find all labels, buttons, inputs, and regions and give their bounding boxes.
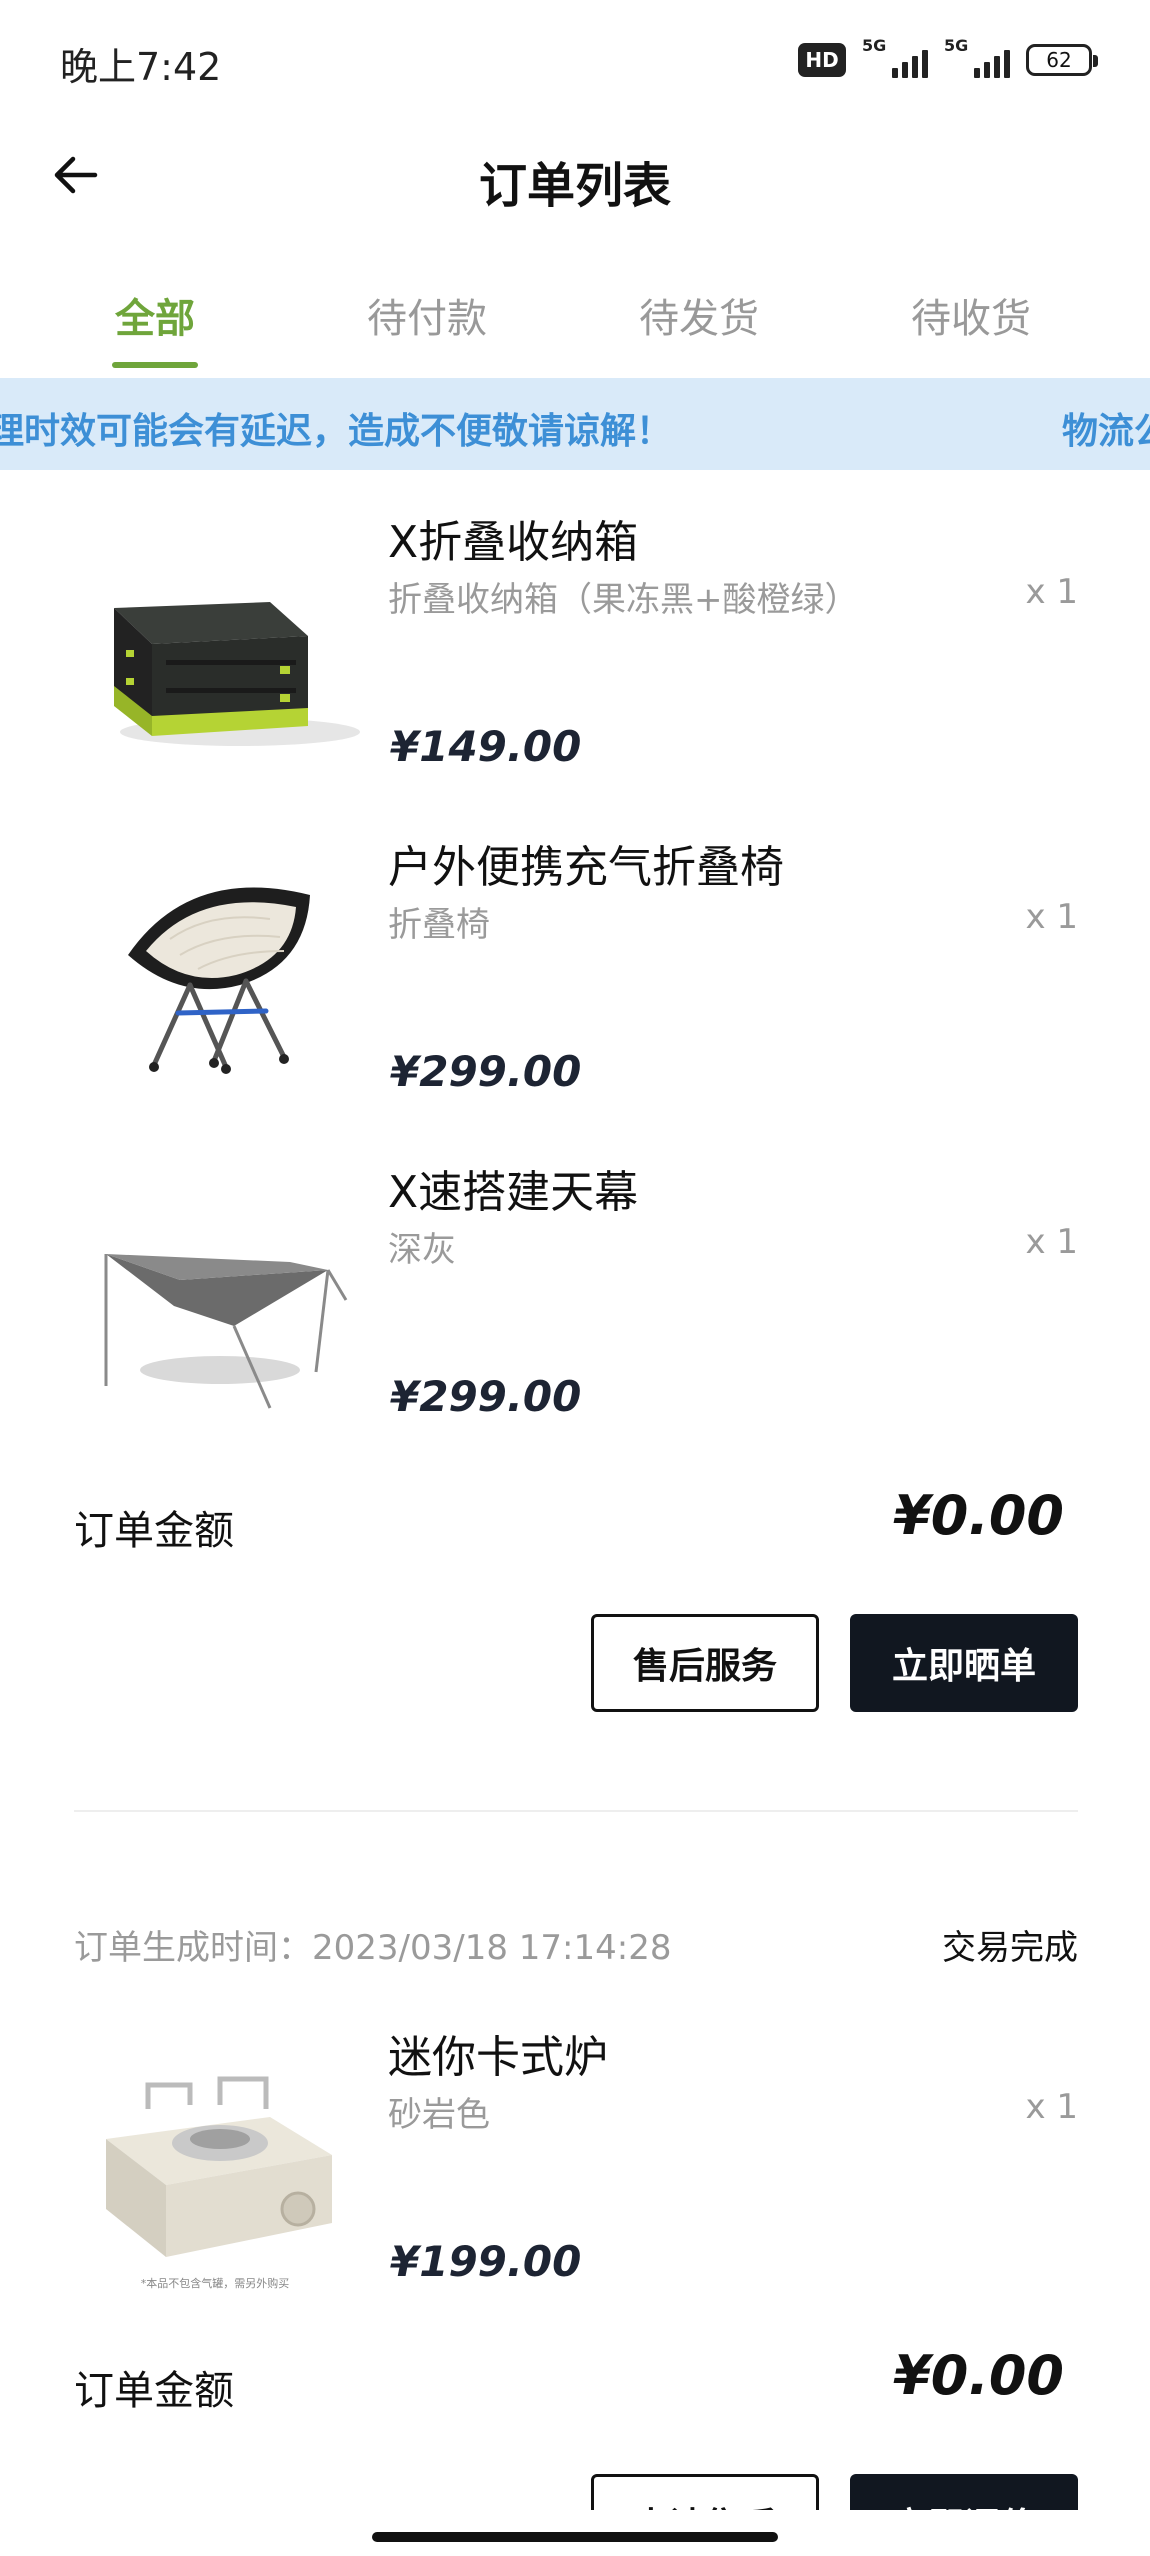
tab-pending-receipt[interactable]: 待收货: [871, 286, 1071, 344]
order-amount-label: 订单金额: [74, 2368, 234, 2414]
item-qty: x 1: [1025, 897, 1078, 937]
signal-icon: 5G: [862, 36, 928, 80]
tab-pending-payment[interactable]: 待付款: [327, 286, 527, 344]
tab-pending-shipment[interactable]: 待发货: [599, 286, 799, 344]
network-type: 5G: [862, 36, 887, 55]
item-qty: x 1: [1025, 572, 1078, 612]
battery-level: 62: [1046, 48, 1072, 72]
item-name: 迷你卡式炉: [388, 2032, 608, 2083]
order-amount-value: ¥0.00: [893, 1484, 1064, 1547]
status-bar: 晚上7:42 HD 5G 5G 62: [0, 0, 1150, 120]
network-type-2: 5G: [944, 36, 969, 55]
item-price: ¥299.00: [390, 1372, 582, 1421]
order-status: 交易完成: [942, 1928, 1078, 1968]
status-icons: HD 5G 5G 62: [798, 36, 1098, 80]
share-review-button[interactable]: 立即晒单: [850, 1614, 1078, 1712]
folding-chair-icon: [70, 835, 360, 1105]
tab-all[interactable]: 全部: [55, 286, 255, 344]
item-name: X折叠收纳箱: [388, 517, 639, 568]
item-spec: 折叠椅: [388, 905, 490, 945]
order-list-page: 晚上7:42 HD 5G 5G 62 订单列表 全部 待付款 待发货 待收货 理…: [0, 0, 1150, 2556]
item-spec: 深灰: [388, 1230, 456, 1270]
tab-bar: 全部 待付款 待发货 待收货: [0, 270, 1150, 380]
notice-banner: 理时效可能会有延迟，造成不便敬请谅解！ 物流公: [0, 378, 1150, 470]
order-item[interactable]: X折叠收纳箱 折叠收纳箱（果冻黑+酸橙绿） x 1 ¥149.00: [0, 490, 1150, 810]
item-price: ¥149.00: [390, 722, 582, 771]
order-amount-label: 订单金额: [74, 1508, 234, 1554]
item-spec: 折叠收纳箱（果冻黑+酸橙绿）: [388, 580, 859, 620]
page-title: 订单列表: [478, 158, 671, 214]
hd-icon: HD: [798, 43, 846, 77]
after-sale-service-button[interactable]: 售后服务: [591, 1614, 819, 1712]
item-price: ¥299.00: [390, 1047, 582, 1096]
order-amount-row: 订单金额 ¥0.00: [0, 1480, 1150, 1570]
order-amount-value: ¥0.00: [893, 2344, 1064, 2407]
battery-icon: 62: [1026, 44, 1098, 76]
mini-stove-icon: *本品不包含气罐，需另外购买: [70, 2025, 360, 2295]
item-name: 户外便携充气折叠椅: [388, 842, 784, 893]
item-spec: 砂岩色: [388, 2095, 490, 2135]
order-divider: [74, 1810, 1078, 1812]
order-item[interactable]: *本品不包含气罐，需另外购买 迷你卡式炉 砂岩色 x 1 ¥199.00: [0, 2005, 1150, 2325]
item-price: ¥199.00: [390, 2237, 582, 2286]
tarp-icon: [60, 1160, 350, 1430]
item-qty: x 1: [1025, 1222, 1078, 1262]
tab-indicator: [112, 362, 198, 368]
order-amount-row: 订单金额 ¥0.00: [0, 2340, 1150, 2430]
order-item[interactable]: 户外便携充气折叠椅 折叠椅 x 1 ¥299.00: [0, 815, 1150, 1135]
storage-box-icon: [70, 510, 360, 780]
home-indicator[interactable]: [372, 2532, 778, 2542]
item-name: X速搭建天幕: [388, 1167, 639, 1218]
signal-icon-2: 5G: [944, 36, 1010, 80]
order-created-time: 订单生成时间：2023/03/18 17:14:28: [74, 1928, 672, 1968]
thumb-caption: *本品不包含气罐，需另外购买: [141, 2276, 290, 2290]
item-qty: x 1: [1025, 2087, 1078, 2127]
order-item[interactable]: X速搭建天幕 深灰 x 1 ¥299.00: [0, 1140, 1150, 1460]
status-time: 晚上7:42: [60, 45, 222, 89]
notice-text-next: 物流公: [1062, 411, 1150, 452]
notice-text: 理时效可能会有延迟，造成不便敬请谅解！: [0, 411, 673, 452]
header: 订单列表: [0, 120, 1150, 240]
